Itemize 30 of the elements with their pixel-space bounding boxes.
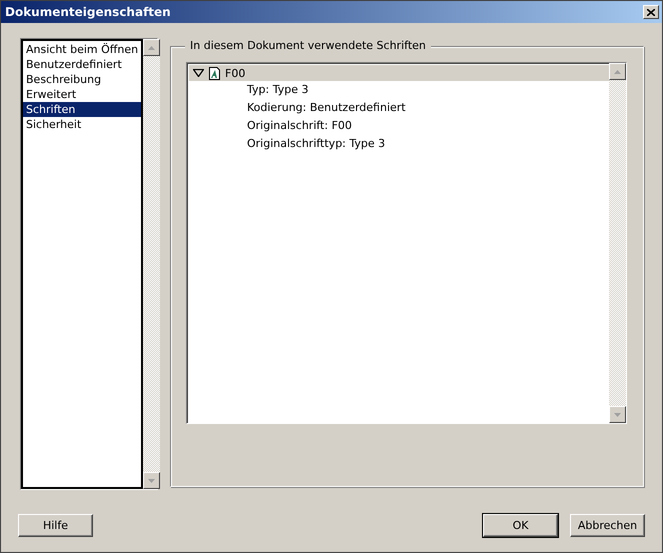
dialog-button[interactable]: Abbrechen [570, 514, 645, 536]
category-item[interactable]: Beschreibung [23, 72, 142, 87]
font-property: Kodierung: Benutzerdefiniert [246, 100, 407, 116]
up-arrow-icon [614, 70, 621, 74]
font-property: Originalschrift: F00 [246, 118, 353, 134]
category-item[interactable]: Erweitert [23, 87, 142, 102]
window-title: Dokumenteigenschaften [5, 5, 171, 19]
down-arrow-icon [614, 412, 621, 416]
font-name[interactable]: F00 [225, 66, 246, 80]
down-arrow-icon [148, 478, 156, 482]
scrollbar[interactable] [143, 39, 160, 489]
up-arrow-icon [148, 46, 156, 50]
close-button[interactable] [643, 5, 659, 19]
font-property: Typ: Type 3 [246, 82, 310, 98]
category-item[interactable]: Schriften [23, 102, 142, 117]
category-item[interactable]: Ansicht beim Öffnen [23, 42, 142, 57]
scroll-up-button[interactable] [609, 63, 626, 80]
scroll-down-button[interactable] [143, 472, 160, 489]
font-file-icon [208, 66, 221, 80]
group-title: In diesem Dokument verwendete Schriften [185, 39, 431, 52]
scroll-down-button[interactable] [609, 406, 626, 423]
dialog-button[interactable]: OK [483, 514, 558, 536]
close-icon [647, 8, 655, 16]
scroll-up-button[interactable] [143, 39, 160, 56]
category-item[interactable]: Sicherheit [23, 117, 142, 132]
category-item[interactable]: Benutzerdefiniert [23, 57, 142, 72]
scrollbar[interactable] [609, 63, 626, 423]
dialog-button[interactable]: Hilfe [18, 514, 93, 536]
expanded-triangle-icon[interactable] [193, 69, 204, 77]
font-property: Originalschrifttyp: Type 3 [246, 136, 386, 152]
